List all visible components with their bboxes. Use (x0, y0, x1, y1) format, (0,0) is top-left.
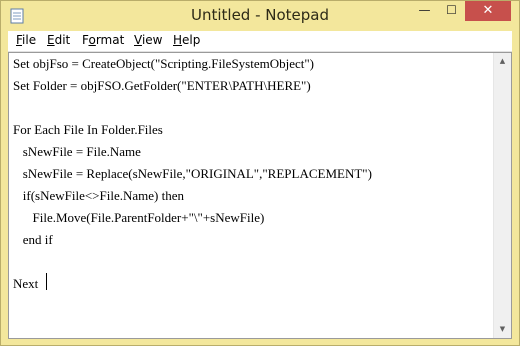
menu-file[interactable]: File (16, 33, 36, 47)
code-line-7: if(sNewFile<>File.Name) then (13, 188, 184, 203)
menu-format-access-key: o (88, 33, 96, 47)
code-line-2: Set Folder = objFSO.GetFolder("ENTER\PAT… (13, 78, 311, 93)
menu-bar: File Edit Format View Help (8, 31, 512, 52)
menu-edit-label-rest: dit (54, 33, 71, 47)
code-line-11: Next (13, 276, 39, 291)
menu-help[interactable]: Help (173, 33, 200, 47)
minimize-icon: — (418, 3, 431, 17)
code-line-8: File.Move(File.ParentFolder+"\"+sNewFile… (13, 210, 265, 225)
text-editor[interactable]: Set objFso = CreateObject("Scripting.Fil… (8, 52, 512, 339)
menu-view-label-rest: iew (141, 33, 163, 47)
close-button[interactable]: ✕ (465, 1, 511, 21)
menu-format-label-rest: rmat (95, 33, 125, 47)
menu-view-access-key: V (134, 33, 142, 47)
notepad-window: Untitled - Notepad — ☐ ✕ File Edit Forma… (0, 0, 520, 346)
editor-text-area[interactable]: Set objFso = CreateObject("Scripting.Fil… (13, 56, 487, 336)
code-line-5: sNewFile = File.Name (13, 144, 141, 159)
scroll-down-arrow-icon[interactable]: ▼ (494, 321, 511, 338)
menu-help-label-rest: elp (182, 33, 201, 47)
code-line-4: For Each File In Folder.Files (13, 122, 163, 137)
menu-edit[interactable]: Edit (47, 33, 70, 47)
maximize-button[interactable]: ☐ (438, 1, 465, 21)
menu-file-label-rest: ile (22, 33, 37, 47)
code-line-1: Set objFso = CreateObject("Scripting.Fil… (13, 56, 315, 71)
scroll-up-arrow-icon[interactable]: ▲ (494, 53, 511, 70)
title-bar[interactable]: Untitled - Notepad — ☐ ✕ (1, 1, 519, 31)
minimize-button[interactable]: — (411, 1, 438, 21)
maximize-icon: ☐ (446, 3, 457, 17)
menu-view[interactable]: View (134, 33, 162, 47)
menu-help-access-key: H (173, 33, 183, 47)
vertical-scrollbar[interactable]: ▲ ▼ (493, 53, 511, 338)
menu-edit-access-key: E (47, 33, 55, 47)
menu-format[interactable]: Format (82, 33, 124, 47)
text-caret (46, 273, 47, 290)
code-line-6: sNewFile = Replace(sNewFile,"ORIGINAL","… (13, 166, 372, 181)
code-line-9: end if (13, 232, 53, 247)
close-icon: ✕ (482, 3, 494, 18)
